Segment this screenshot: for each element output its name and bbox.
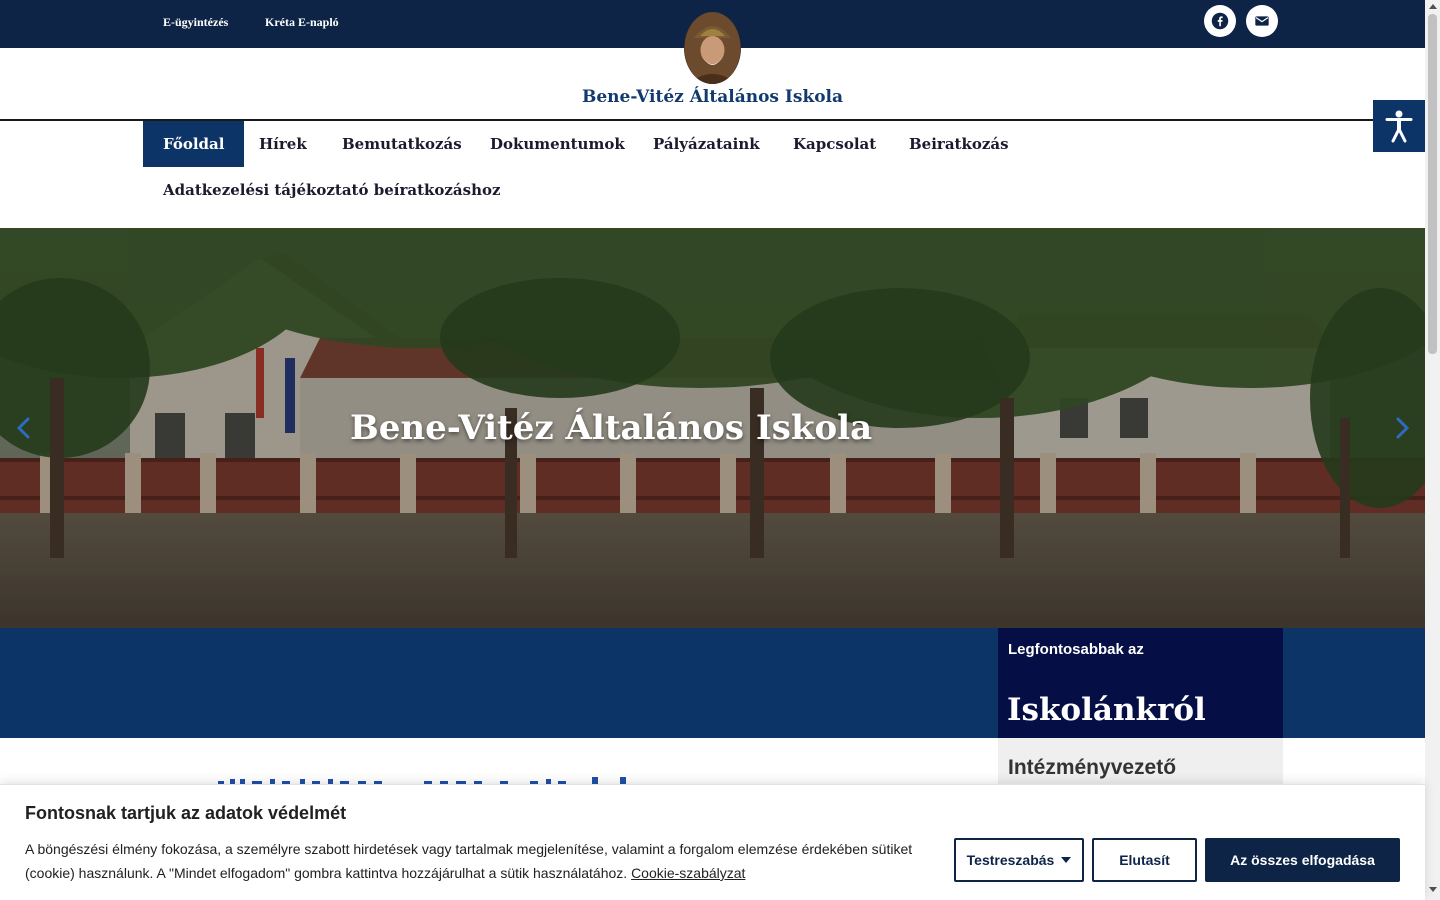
cookie-title: Fontosnak tartjuk az adatok védelmét xyxy=(25,803,347,823)
nav-item-hirek[interactable]: Hírek xyxy=(239,121,327,167)
email-button[interactable] xyxy=(1246,5,1278,37)
envelope-icon xyxy=(1255,16,1269,26)
customize-label: Testreszabás xyxy=(966,852,1055,868)
customize-button[interactable]: Testreszabás xyxy=(954,838,1084,882)
reject-label: Elutasít xyxy=(1119,852,1170,868)
scrollbar-thumb[interactable] xyxy=(1428,14,1437,354)
nav-item-bemutatkozas[interactable]: Bemutatkozás xyxy=(322,121,482,167)
e-ugyintezes-link[interactable]: E-ügyintézés xyxy=(163,15,228,30)
cookie-policy-link[interactable]: Cookie-szabályzat xyxy=(631,865,745,881)
reject-button[interactable]: Elutasít xyxy=(1092,838,1197,882)
nav-item-fooldal[interactable]: Főoldal xyxy=(143,121,245,167)
nav-item-palyazataink[interactable]: Pályázataink xyxy=(633,121,780,167)
slider-next-icon[interactable] xyxy=(1392,416,1412,440)
sidebar-item-label: Intézményvezető xyxy=(1008,756,1177,779)
nav-item-kapcsolat[interactable]: Kapcsolat xyxy=(773,121,896,167)
nav-item-adatkezelesi-tajekoztato[interactable]: Adatkezelési tájékoztató beíratkozáshoz xyxy=(143,167,521,213)
cookie-description: A böngészési élmény fokozása, a személyr… xyxy=(25,841,913,881)
cookie-text: A böngészési élmény fokozása, a személyr… xyxy=(25,837,925,885)
accept-all-label: Az összes elfogadása xyxy=(1230,852,1375,868)
page-scrollbar[interactable] xyxy=(1425,0,1440,900)
slider-prev-icon[interactable] xyxy=(14,416,34,440)
hero-title: Bene-Vitéz Általános Iskola xyxy=(350,408,873,448)
scroll-up-icon[interactable] xyxy=(1429,4,1437,9)
cookie-banner: Fontosnak tartjuk az adatok védelmét A b… xyxy=(0,784,1425,900)
hero-slider: Bene-Vitéz Általános Iskola xyxy=(0,228,1425,628)
accessibility-button[interactable] xyxy=(1373,100,1425,152)
school-logo[interactable] xyxy=(684,12,741,84)
chevron-down-icon xyxy=(1061,857,1072,863)
nav-item-beiratkozas[interactable]: Beiratkozás xyxy=(889,121,1029,167)
scroll-down-icon[interactable] xyxy=(1429,887,1437,892)
accept-all-button[interactable]: Az összes elfogadása xyxy=(1205,838,1400,882)
sidebar-subtitle: Legfontosabbak az xyxy=(1008,641,1144,658)
facebook-icon xyxy=(1211,12,1229,30)
sidebar-title: Iskolánkról xyxy=(1007,692,1206,728)
accessibility-icon xyxy=(1385,110,1413,143)
facebook-button[interactable] xyxy=(1204,5,1236,37)
site-name[interactable]: Bene-Vitéz Általános Iskola xyxy=(0,87,1425,107)
kreta-e-naplo-link[interactable]: Kréta E-napló xyxy=(265,15,339,30)
nav-item-dokumentumok[interactable]: Dokumentumok xyxy=(470,121,645,167)
